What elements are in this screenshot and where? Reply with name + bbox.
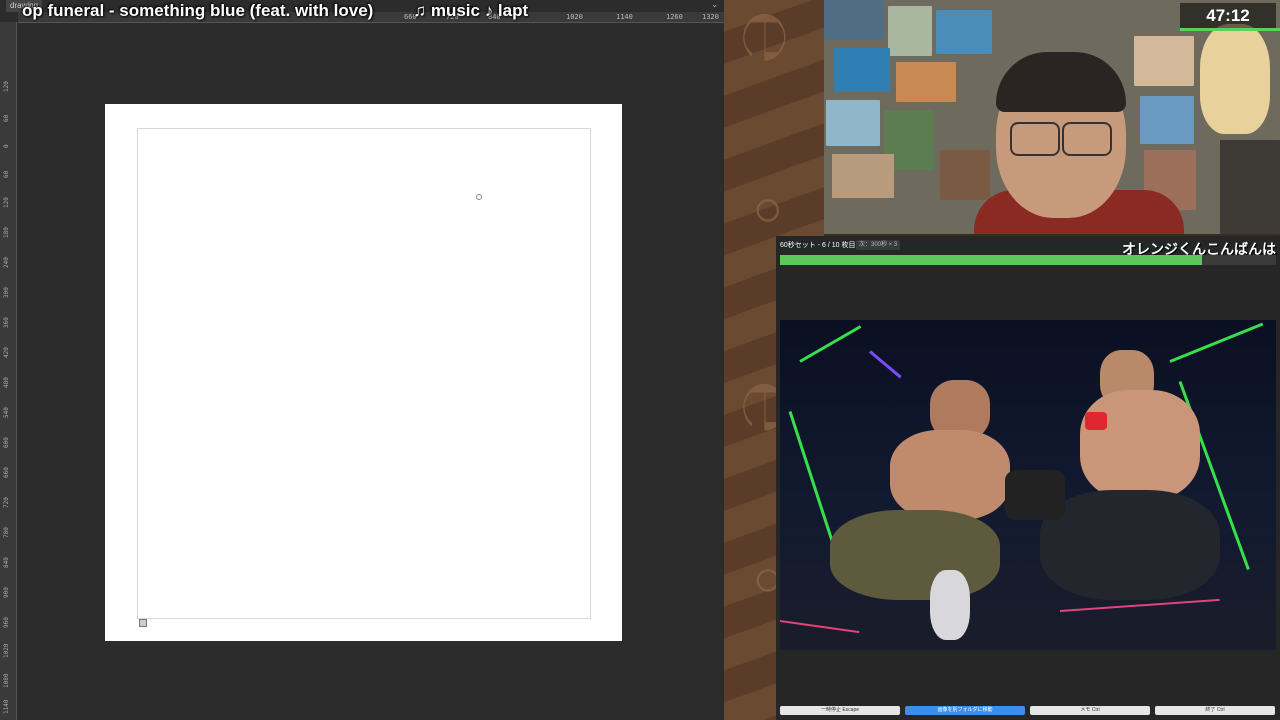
ruler-tick: 540 (3, 407, 10, 418)
ruler-tick: 720 (3, 497, 10, 508)
ruler-tick: 1020 (566, 13, 583, 21)
wall-poster (1134, 36, 1194, 86)
brush-cursor-icon (476, 194, 482, 200)
brand-decoration: ◦ (728, 190, 802, 231)
figure-right-torso (1080, 390, 1200, 500)
wall-poster (936, 10, 992, 54)
blaster-red-tip (1085, 412, 1107, 430)
wall-poster (888, 6, 932, 56)
ruler-tick: 1140 (616, 13, 633, 21)
countdown-progress-bar (780, 255, 1276, 265)
neon-line (1169, 322, 1264, 363)
next-set-pill: 次：300秒 × 3 (856, 240, 901, 250)
ruler-tick: 480 (3, 377, 10, 388)
ruler-tick: 1140 (3, 699, 10, 714)
figure-left-legs (830, 510, 1000, 600)
drawing-app-window: drawing 660 720 840 1020 1140 1260 1320 … (0, 0, 724, 720)
ruler-tick: 780 (3, 527, 10, 538)
reference-photo (780, 320, 1276, 650)
ruler-tick: 1320 (702, 13, 719, 21)
figure-left-shoe (930, 570, 970, 640)
wall-poster (824, 0, 884, 40)
ruler-tick: 840 (3, 557, 10, 568)
music-tag: ♫ music ♪ lapt (413, 1, 529, 20)
neon-line (869, 350, 902, 379)
wall-poster (940, 150, 990, 200)
ruler-tick: 180 (3, 227, 10, 238)
ruler-tick: 600 (3, 437, 10, 448)
wall-poster (832, 154, 894, 198)
resize-handle[interactable] (139, 619, 147, 627)
ruler-tick: 120 (3, 197, 10, 208)
music-track-title: op funeral - something blue (feat. with … (22, 1, 374, 20)
chevron-down-icon[interactable]: ⌄ (711, 0, 718, 9)
figure-right-legs (1040, 490, 1220, 600)
timer-underline (1180, 28, 1280, 31)
plush-toy (1200, 24, 1270, 134)
ruler-tick: 240 (3, 257, 10, 268)
streamer-hair (996, 52, 1126, 112)
bookshelf (1220, 140, 1280, 234)
set-progress-label: 60秒セット - 6 / 10 枚目 (780, 242, 856, 249)
ruler-tick: 60 (3, 170, 10, 178)
ruler-tick: 1260 (666, 13, 683, 21)
wall-poster (896, 62, 956, 102)
drawing-canvas[interactable] (105, 104, 622, 641)
music-ticker: op funeral - something blue (feat. with … (22, 0, 528, 22)
ruler-tick: 1020 (3, 643, 10, 658)
viewer-controls: 一時停止 Escape 画像を別フォルダに移動 メモ Ctrl 終了 Ctrl (780, 706, 1276, 716)
wall-poster (826, 100, 880, 146)
ruler-tick: 1080 (3, 673, 10, 688)
figure-left-torso (890, 430, 1010, 520)
ruler-tick: 420 (3, 347, 10, 358)
ruler-tick: 120 (3, 81, 10, 92)
countdown-progress-fill (780, 255, 1202, 265)
neon-floor-line (1059, 598, 1220, 612)
wall-poster (834, 48, 890, 92)
ruler-tick: 60 (3, 114, 10, 122)
glasses-icon (1062, 122, 1112, 156)
ruler-tick: 360 (3, 317, 10, 328)
reference-viewer: 60秒セット - 6 / 10 枚目 次：300秒 × 3 オレンジくんこんばん… (776, 236, 1280, 720)
memo-button[interactable]: メモ Ctrl (1030, 706, 1150, 715)
neon-floor-line (780, 620, 860, 634)
laser-blaster (1005, 470, 1065, 520)
glasses-icon (1010, 122, 1060, 156)
ruler-tick: 900 (3, 587, 10, 598)
stream-overlay: ℮ ◦ ℮ ◦ 47:12 60秒セット - 6 / 10 枚目 次：300秒 … (724, 0, 1280, 720)
ruler-tick: 660 (3, 467, 10, 478)
pause-button[interactable]: 一時停止 Escape (780, 706, 900, 715)
neon-line (799, 325, 862, 363)
session-timer: 47:12 (1180, 3, 1276, 29)
ruler-tick: 0 (3, 144, 10, 148)
quit-button[interactable]: 終了 Ctrl (1155, 706, 1275, 715)
canvas-frame (137, 128, 591, 619)
webcam-feed (824, 0, 1280, 234)
ruler-tick: 960 (3, 617, 10, 628)
brand-decoration: ℮ (728, 10, 802, 65)
left-ruler: 120 60 0 60 120 180 240 300 360 420 480 … (0, 22, 17, 720)
wall-poster (1140, 96, 1194, 144)
ruler-tick: 300 (3, 287, 10, 298)
move-image-button[interactable]: 画像を別フォルダに移動 (905, 706, 1025, 715)
